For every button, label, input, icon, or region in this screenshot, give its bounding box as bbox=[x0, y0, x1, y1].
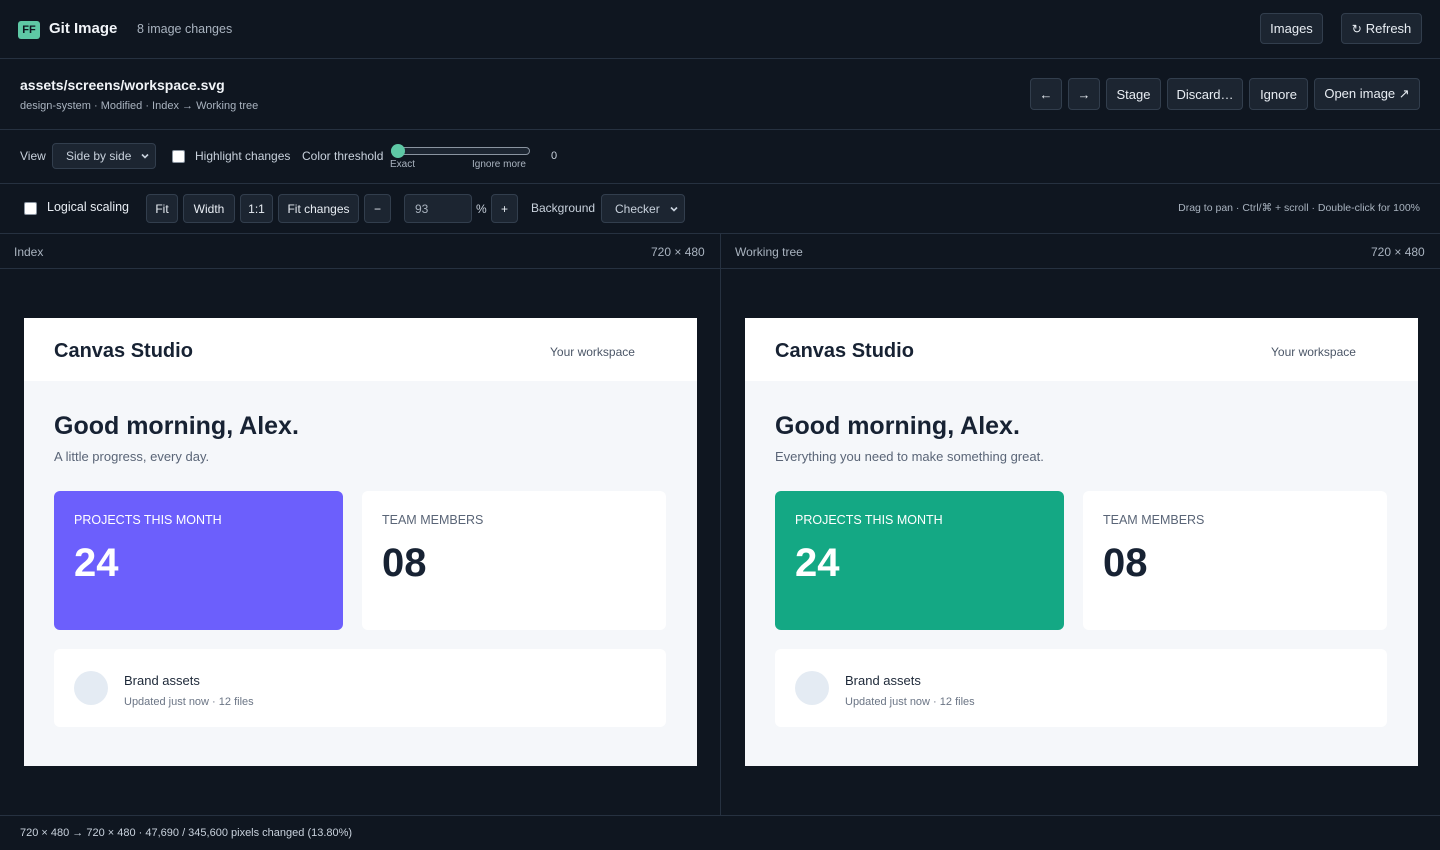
team-card: TEAM MEMBERS 08 bbox=[1083, 491, 1387, 630]
mock-header: Canvas Studio Your workspace bbox=[745, 318, 1418, 381]
background-value: Checker bbox=[615, 201, 660, 216]
brand-assets-row: Brand assets Updated just now · 12 files bbox=[54, 649, 666, 727]
zoom-out-button[interactable]: − bbox=[364, 194, 391, 223]
view-mode-select[interactable]: Side by side bbox=[52, 143, 156, 169]
team-label: TEAM MEMBERS bbox=[382, 513, 484, 527]
status-text: 720 × 480 → 720 × 480 · 47,690 / 345,600… bbox=[20, 827, 353, 839]
avatar bbox=[74, 671, 108, 705]
projects-label: PROJECTS THIS MONTH bbox=[74, 513, 222, 527]
brand-assets-row: Brand assets Updated just now · 12 files bbox=[775, 649, 1387, 727]
color-threshold-label: Color threshold bbox=[302, 149, 384, 163]
mock-greeting: Good morning, Alex. bbox=[775, 412, 1020, 440]
refresh-icon: ↻ bbox=[1351, 21, 1362, 36]
mock-greeting: Good morning, Alex. bbox=[54, 412, 299, 440]
app-logo: FF bbox=[18, 21, 40, 39]
threshold-max-label: Ignore more bbox=[472, 159, 526, 170]
projects-value: 24 bbox=[74, 541, 119, 585]
background-select[interactable]: Checker bbox=[601, 194, 685, 223]
threshold-value: 0 bbox=[551, 150, 558, 162]
view-label: View bbox=[20, 149, 46, 163]
refresh-label: Refresh bbox=[1365, 21, 1412, 36]
comparison-divider bbox=[720, 269, 721, 816]
app-title: Git Image bbox=[49, 20, 118, 37]
zoom-value: 93 bbox=[415, 201, 429, 216]
mock-brand: Canvas Studio bbox=[775, 340, 914, 362]
mock-workspace: Your workspace bbox=[1271, 345, 1356, 359]
highlight-changes-label: Highlight changes bbox=[195, 149, 291, 163]
images-button[interactable]: Images bbox=[1260, 13, 1323, 44]
projects-label: PROJECTS THIS MONTH bbox=[795, 513, 943, 527]
projects-card: PROJECTS THIS MONTH 24 bbox=[775, 491, 1064, 630]
team-value: 08 bbox=[382, 541, 427, 585]
stage-button[interactable]: Stage bbox=[1106, 78, 1161, 110]
zoom-bar: Logical scaling Fit Width 1:1 Fit change… bbox=[0, 184, 1440, 234]
refresh-button[interactable]: ↻ Refresh bbox=[1341, 13, 1422, 44]
app-header: FF Git Image 8 image changes Images ↻ Re… bbox=[0, 0, 1440, 59]
ignore-button[interactable]: Ignore bbox=[1249, 78, 1308, 110]
background-label: Background bbox=[531, 201, 596, 215]
team-label: TEAM MEMBERS bbox=[1103, 513, 1205, 527]
status-bar: 720 × 480 → 720 × 480 · 47,690 / 345,600… bbox=[0, 815, 1440, 850]
highlight-changes-checkbox[interactable] bbox=[172, 150, 185, 163]
left-pane-label: Index bbox=[14, 245, 44, 259]
zoom-in-button[interactable]: + bbox=[491, 194, 518, 223]
row-meta: Updated just now · 12 files bbox=[124, 696, 254, 708]
navigation-hint: Drag to pan · Ctrl/⌘ + scroll · Double-c… bbox=[1178, 202, 1420, 214]
view-bar: View Side by side Highlight changes Colo… bbox=[0, 130, 1440, 184]
right-pane-size: 720 × 480 bbox=[1371, 245, 1425, 259]
color-threshold-slider[interactable] bbox=[391, 144, 530, 158]
pane-headers: Index 720 × 480 Working tree 720 × 480 bbox=[0, 234, 1440, 269]
avatar bbox=[795, 671, 829, 705]
right-pane-label: Working tree bbox=[735, 245, 803, 259]
team-value: 08 bbox=[1103, 541, 1148, 585]
left-pane-size: 720 × 480 bbox=[651, 245, 705, 259]
mock-header: Canvas Studio Your workspace bbox=[24, 318, 697, 381]
fit-width-button[interactable]: Width bbox=[183, 194, 235, 223]
open-image-button[interactable]: Open image ↗ bbox=[1314, 78, 1420, 110]
chevron-down-icon bbox=[670, 206, 678, 212]
pane-divider bbox=[720, 234, 721, 269]
chevron-down-icon bbox=[141, 153, 149, 159]
working-tree-image[interactable]: Canvas Studio Your workspace Good mornin… bbox=[745, 318, 1418, 766]
discard-button[interactable]: Discard… bbox=[1167, 78, 1243, 110]
mock-subtitle: A little progress, every day. bbox=[54, 449, 210, 464]
row-title: Brand assets bbox=[845, 673, 921, 688]
fit-changes-button[interactable]: Fit changes bbox=[278, 194, 359, 223]
zoom-percent-label: % bbox=[476, 202, 487, 216]
actual-size-button[interactable]: 1:1 bbox=[240, 194, 273, 223]
slider-thumb[interactable] bbox=[391, 144, 405, 158]
mock-subtitle: Everything you need to make something gr… bbox=[775, 449, 1044, 464]
slider-track bbox=[391, 147, 530, 155]
fit-button[interactable]: Fit bbox=[146, 194, 178, 223]
zoom-input[interactable]: 93 bbox=[404, 194, 472, 223]
previous-file-button[interactable]: ← bbox=[1030, 78, 1062, 110]
index-image[interactable]: Canvas Studio Your workspace Good mornin… bbox=[24, 318, 697, 766]
logical-scaling-label: Logical scaling bbox=[47, 200, 129, 214]
mock-brand: Canvas Studio bbox=[54, 340, 193, 362]
file-meta: design-system · Modified · Index → Worki… bbox=[20, 100, 259, 112]
projects-card: PROJECTS THIS MONTH 24 bbox=[54, 491, 343, 630]
projects-value: 24 bbox=[795, 541, 840, 585]
logical-scaling-checkbox[interactable] bbox=[24, 202, 37, 215]
change-count: 8 image changes bbox=[137, 22, 233, 36]
row-meta: Updated just now · 12 files bbox=[845, 696, 975, 708]
file-bar: assets/screens/workspace.svg design-syst… bbox=[0, 59, 1440, 130]
team-card: TEAM MEMBERS 08 bbox=[362, 491, 666, 630]
threshold-min-label: Exact bbox=[390, 159, 416, 170]
mock-workspace: Your workspace bbox=[550, 345, 635, 359]
row-title: Brand assets bbox=[124, 673, 200, 688]
view-mode-value: Side by side bbox=[66, 149, 132, 163]
app-logo-text: FF bbox=[22, 24, 36, 36]
file-path: assets/screens/workspace.svg bbox=[20, 77, 225, 93]
next-file-button[interactable]: → bbox=[1068, 78, 1100, 110]
